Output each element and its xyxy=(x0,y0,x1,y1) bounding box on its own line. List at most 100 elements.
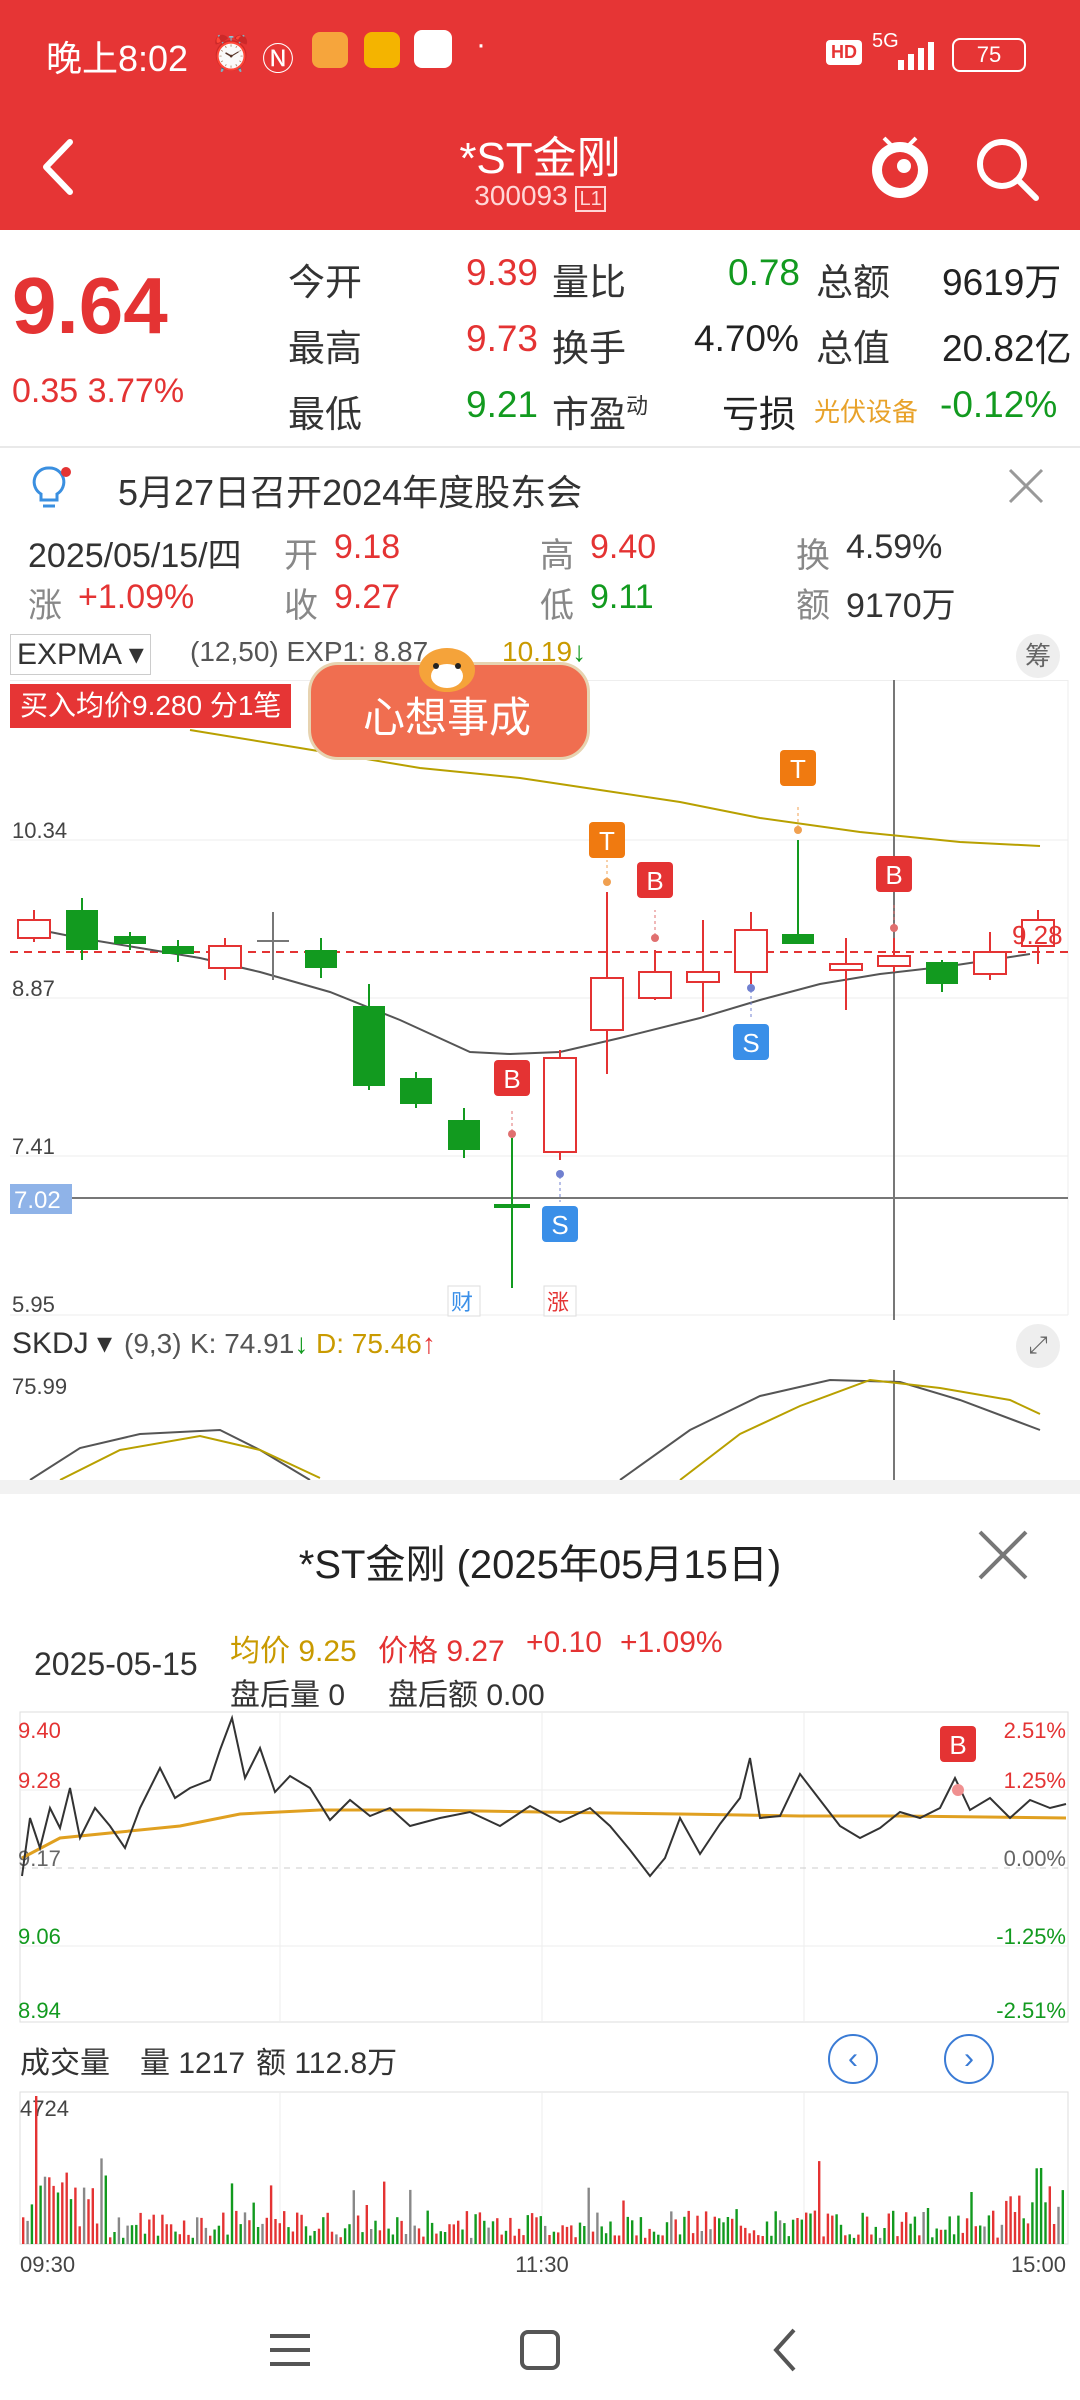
prev-day-button[interactable]: ‹ xyxy=(828,2034,878,2084)
volume-bar xyxy=(787,2236,790,2244)
volume-bar xyxy=(848,2234,851,2244)
volume-bar xyxy=(226,2234,229,2244)
time-label: 11:30 xyxy=(515,2252,568,2277)
volume-bar xyxy=(961,2232,964,2244)
search-icon[interactable] xyxy=(972,134,1042,209)
volume-bar xyxy=(578,2222,582,2244)
volume-bar xyxy=(169,2224,173,2244)
volume-bar xyxy=(931,2237,934,2244)
notice-bar[interactable]: 5月27日召开2024年度股东会 xyxy=(0,448,1080,526)
battery-icon: 75 xyxy=(952,38,1026,72)
volume-bar xyxy=(509,2217,512,2244)
volume-bar xyxy=(235,2210,238,2244)
intraday-price-chart[interactable]: 9.40 9.28 9.17 9.06 8.94 2.51% 1.25% 0.0… xyxy=(0,1708,1080,2028)
volume-bar xyxy=(478,2212,482,2244)
volume-bar xyxy=(700,2231,703,2244)
volume-bar xyxy=(443,2232,447,2244)
notice-text[interactable]: 5月27日召开2024年度股东会 xyxy=(118,464,582,516)
volume-bar xyxy=(409,2189,412,2244)
volume-bar xyxy=(996,2237,999,2244)
volume-bar xyxy=(1026,2223,1030,2244)
volume-bar xyxy=(557,2232,560,2244)
volume-bar xyxy=(1005,2200,1008,2244)
day-open-value: 9.18 xyxy=(334,528,401,566)
y-label: 5.95 xyxy=(12,1292,55,1317)
volume-bar xyxy=(187,2234,190,2244)
right-tick: 2.51% xyxy=(1004,1718,1066,1743)
volume-bar xyxy=(322,2217,325,2244)
more-notifications-icon: · xyxy=(476,28,486,61)
back-icon[interactable] xyxy=(38,132,78,207)
volume-bar xyxy=(796,2218,799,2244)
back-nav-icon[interactable] xyxy=(770,2326,800,2379)
volume-bar xyxy=(313,2231,316,2244)
right-tick: 1.25% xyxy=(1004,1768,1066,1793)
quote-panel: 9.64 0.35 3.77% 今开 9.39 量比 0.78 总额 9619万… xyxy=(0,230,1080,446)
volume-bar xyxy=(304,2226,308,2244)
volume-bar xyxy=(726,2217,730,2244)
skdj-indicator-select[interactable]: SKDJ ▾ xyxy=(12,1326,112,1361)
close-icon[interactable] xyxy=(1006,466,1046,511)
volume-bar xyxy=(713,2216,716,2244)
volume-bar xyxy=(82,2187,86,2244)
volume-bar xyxy=(661,2235,664,2244)
volume-bar xyxy=(839,2224,843,2244)
volume-bar xyxy=(326,2212,329,2244)
volume-bar xyxy=(878,2237,882,2244)
lucky-sticker: 心想事成 xyxy=(308,642,590,760)
amount-label: 总额 xyxy=(816,262,890,303)
expand-icon[interactable]: ⤢ xyxy=(1016,1324,1060,1368)
volume-bar xyxy=(69,2199,73,2244)
pe-value: 亏损 xyxy=(722,394,796,435)
volume-bar xyxy=(922,2212,925,2244)
robot-assistant-icon[interactable] xyxy=(862,128,938,209)
volume-bar xyxy=(417,2228,421,2244)
home-icon[interactable] xyxy=(518,2328,562,2377)
menu-icon[interactable] xyxy=(268,2330,312,2375)
volume-bar xyxy=(722,2222,725,2244)
volume-bar xyxy=(135,2224,138,2244)
volume-bar xyxy=(283,2211,286,2244)
y-label: 10.34 xyxy=(12,818,67,843)
volume-bar xyxy=(256,2227,260,2244)
left-tick: 9.40 xyxy=(18,1718,61,1743)
volume-bar xyxy=(600,2226,603,2244)
volume-bar xyxy=(330,2231,334,2244)
close-icon[interactable] xyxy=(976,1528,1030,1587)
volume-bar xyxy=(513,2235,516,2244)
volume-bar xyxy=(918,2235,921,2244)
intraday-volume-chart[interactable]: 4724 09:30 11:30 15:00 xyxy=(0,2088,1080,2278)
volume-bar xyxy=(831,2215,834,2244)
volume-bar xyxy=(809,2213,812,2244)
next-day-button[interactable]: › xyxy=(944,2034,994,2084)
time-label: 09:30 xyxy=(20,2252,75,2277)
volume-bar xyxy=(874,2226,877,2244)
volume-bar xyxy=(844,2235,847,2244)
volume-bar xyxy=(731,2218,734,2244)
volume-bar xyxy=(1031,2202,1034,2244)
crosshair-price-label: 7.02 xyxy=(14,1187,61,1214)
skdj-chart: 75.99 xyxy=(12,1370,1041,1480)
volume-bar xyxy=(944,2229,947,2244)
sector-change[interactable]: -0.12% xyxy=(940,384,1057,426)
volume-bar xyxy=(983,2226,986,2244)
volume-bar xyxy=(122,2237,125,2244)
volume-bar xyxy=(457,2220,460,2244)
sector-label[interactable]: 光伏设备 xyxy=(814,392,918,429)
volume-bar xyxy=(61,2182,64,2244)
volume-bar xyxy=(152,2214,155,2244)
volume-bar xyxy=(887,2213,890,2244)
volume-bar xyxy=(609,2221,612,2244)
app-notification-icon xyxy=(364,32,400,68)
volume-bar xyxy=(113,2232,116,2244)
volume-bar xyxy=(404,2234,408,2244)
volume-bar xyxy=(757,2235,760,2244)
intraday-sheet: *ST金刚 (2025年05月15日) 2025-05-15 均价 9.25 价… xyxy=(0,1494,1080,2400)
s-signal-label: S xyxy=(742,1028,759,1058)
intraday-avg: 均价 9.25 xyxy=(230,1635,357,1668)
volume-bar xyxy=(652,2231,656,2244)
day-turnover-value: 4.59% xyxy=(846,528,943,566)
volume-bar xyxy=(278,2223,281,2244)
volume-bar xyxy=(683,2216,686,2244)
volume-bar xyxy=(852,2237,856,2244)
